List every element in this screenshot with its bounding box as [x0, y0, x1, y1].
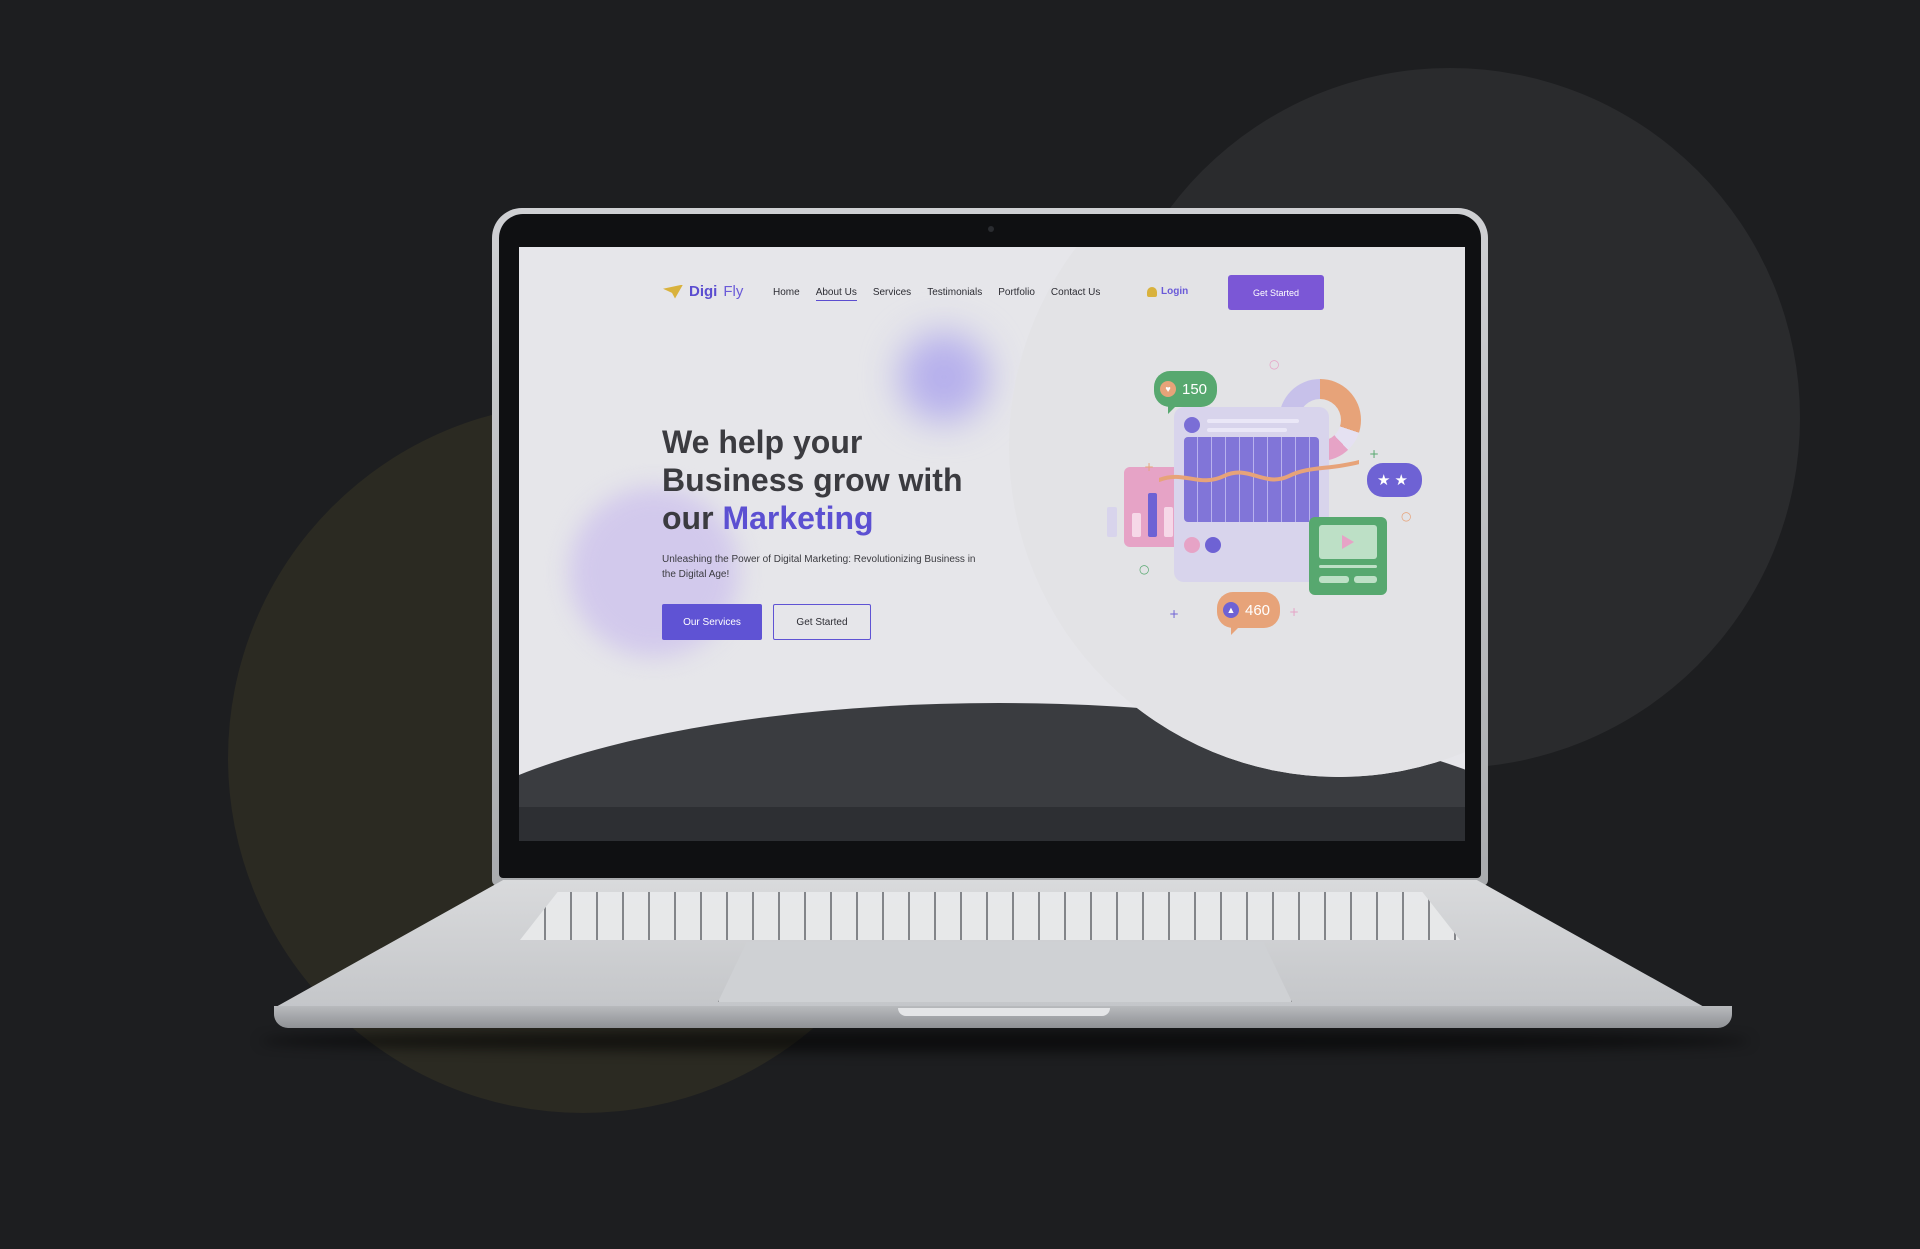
- laptop-screen: Digi Fly Home About Us Services Testimoni…: [519, 247, 1465, 841]
- nav-item-home[interactable]: Home: [773, 287, 800, 301]
- thumbs-bubble: ▲ 460: [1217, 592, 1281, 635]
- plus-sparkle-icon: +: [1369, 447, 1380, 461]
- decorative-bar: [1107, 507, 1117, 537]
- decorative-glow: [899, 332, 989, 422]
- text-line: [1207, 428, 1287, 432]
- circle-sparkle-icon: ○: [1269, 357, 1280, 371]
- login-link[interactable]: Login: [1147, 286, 1188, 297]
- top-navigation: Digi Fly Home About Us Services Testimoni…: [519, 275, 1465, 315]
- dark-wave-base: [519, 807, 1465, 841]
- login-label: Login: [1161, 286, 1189, 297]
- webcam: [988, 226, 994, 232]
- video-progress: [1319, 565, 1377, 568]
- laptop-keyboard: [520, 892, 1460, 940]
- user-icon: [1184, 417, 1200, 433]
- plus-sparkle-icon: +: [1289, 605, 1300, 619]
- rating-bubble: ★★: [1367, 463, 1422, 497]
- heart-icon: [1184, 537, 1200, 553]
- heart-icon: ♥: [1160, 381, 1176, 397]
- video-control: [1319, 576, 1349, 583]
- hero-subtitle: Unleashing the Power of Digital Marketin…: [662, 554, 976, 580]
- headline-accent: Marketing: [722, 500, 874, 536]
- user-icon: [1147, 286, 1157, 297]
- chat-icon: [1205, 537, 1221, 553]
- brand-name-part2: Fly: [723, 283, 744, 300]
- hero-headline: We help your Business grow with our Mark…: [662, 423, 1022, 537]
- nav-item-about-us[interactable]: About Us: [815, 287, 857, 301]
- likes-count: 150: [1182, 380, 1208, 398]
- bubble-tail: [1168, 406, 1176, 414]
- play-icon: [1342, 535, 1354, 549]
- star-icon: ★★: [1377, 472, 1412, 489]
- nav-item-testimonials[interactable]: Testimonials: [927, 287, 982, 301]
- marketing-illustration: ♥ 150 ▲ 460 ★★ + ○ + ○ ○ + +: [1079, 357, 1439, 657]
- headline-line-3: our Marketing: [662, 499, 1022, 537]
- circle-sparkle-icon: ○: [1139, 562, 1150, 576]
- trend-line-icon: [1159, 460, 1359, 483]
- headline-line-1: We help your: [662, 424, 863, 460]
- laptop-open-notch: [898, 1008, 1110, 1016]
- bar-icon: [1148, 493, 1157, 537]
- thumbs-up-icon: ▲: [1223, 602, 1239, 618]
- text-line: [1207, 419, 1299, 423]
- headline-line-2: Business grow with: [662, 462, 963, 498]
- bar-icon: [1164, 507, 1173, 537]
- nav-item-services[interactable]: Services: [873, 287, 911, 301]
- nav-menu: Home About Us Services Testimonials Port…: [773, 287, 1100, 301]
- circle-sparkle-icon: ○: [1401, 509, 1412, 523]
- paper-plane-icon: [663, 284, 683, 299]
- plus-sparkle-icon: +: [1169, 607, 1180, 621]
- bar-icon: [1132, 513, 1141, 537]
- get-started-nav-button[interactable]: Get Started: [1228, 275, 1324, 310]
- brand-logo[interactable]: Digi Fly: [663, 283, 743, 300]
- likes-bubble: ♥ 150: [1154, 371, 1218, 414]
- get-started-button[interactable]: Get Started: [773, 604, 871, 640]
- thumbs-count: 460: [1245, 601, 1271, 619]
- laptop-trackpad: [718, 942, 1292, 1002]
- plus-sparkle-icon: +: [1144, 460, 1155, 474]
- our-services-button[interactable]: Our Services: [662, 604, 762, 640]
- headline-prefix: our: [662, 500, 714, 536]
- brand-name-part1: Digi: [689, 283, 718, 300]
- nav-item-portfolio[interactable]: Portfolio: [998, 287, 1035, 301]
- nav-item-contact-us[interactable]: Contact Us: [1051, 287, 1100, 301]
- bubble-tail: [1231, 627, 1239, 635]
- laptop-shadow: [260, 1030, 1750, 1052]
- video-control: [1354, 576, 1377, 583]
